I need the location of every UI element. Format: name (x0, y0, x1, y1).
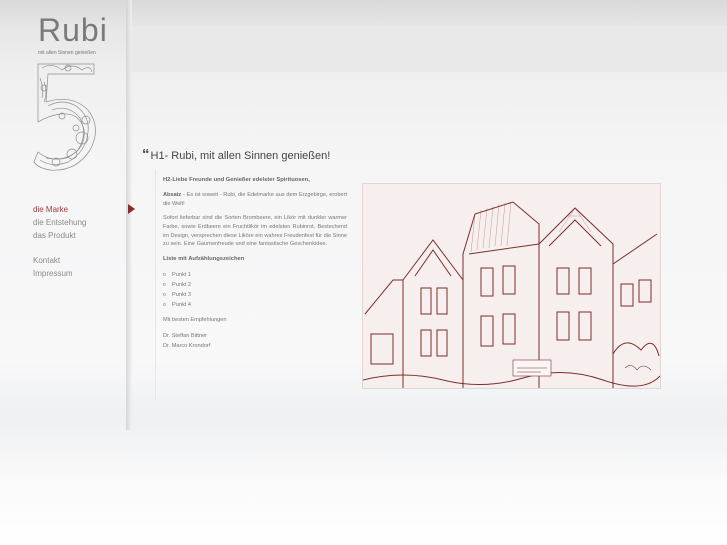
list-item: Punkt 4 (163, 300, 347, 310)
paragraph-body: Sofort lieferbar sind die Sorten Brombee… (163, 215, 347, 248)
page-title: “H1- Rubi, mit allen Sinnen genießen! (142, 146, 331, 167)
paragraph-intro-text: - Es ist soweit - Rubi, die Edelmarke au… (163, 191, 347, 207)
nav-item-kontakt[interactable]: Kontakt (33, 254, 86, 267)
text-column: H2-Liebe Freunde und Genießer edelster S… (163, 176, 347, 351)
sidebar-edge (126, 0, 132, 430)
number-five-logo-icon (33, 63, 96, 171)
list-heading: Liste mit Aufzählungszeichen (163, 255, 245, 262)
nav-item-impressum[interactable]: Impressum (33, 267, 86, 280)
nav-item-die-marke[interactable]: die Marke (33, 203, 86, 216)
list-item: Punkt 1 (163, 270, 347, 280)
list-item: Punkt 3 (163, 290, 347, 300)
signoff: Dr. Steffan Bittner Dr. Marco Krondorf (163, 331, 347, 351)
paragraph-intro: Absatz - Es ist soweit - Rubi, die Edelm… (163, 191, 347, 208)
closing-line: Mit besten Empfehlungen (163, 316, 227, 323)
page-title-text: H1- Rubi, mit allen Sinnen genießen! (150, 150, 331, 162)
nav-item-die-entstehung[interactable]: die Entstehung (33, 216, 86, 229)
main-nav: die Marke die Entstehung das Produkt Kon… (33, 203, 86, 280)
quote-mark-icon: “ (142, 146, 150, 163)
active-arrow-icon (128, 204, 135, 214)
nav-item-das-produkt[interactable]: das Produkt (33, 229, 86, 242)
brand-name[interactable]: Rubi (38, 14, 108, 46)
paragraph-label: Absatz (163, 191, 182, 198)
bullet-list: Punkt 1 Punkt 2 Punkt 3 Punkt 4 (163, 270, 347, 310)
brand-tagline: mit allen Sinnen genießen (38, 50, 96, 56)
header-band (128, 26, 727, 72)
section-heading: H2-Liebe Freunde und Genießer edelster S… (163, 177, 310, 183)
list-item: Punkt 2 (163, 280, 347, 290)
house-sketch-image (362, 183, 661, 389)
sidebar: Rubi mit allen Sinnen genießen die Marke… (0, 0, 128, 545)
signer-name: Dr. Marco Krondorf (163, 342, 211, 349)
signer-name: Dr. Steffan Bittner (163, 332, 208, 339)
